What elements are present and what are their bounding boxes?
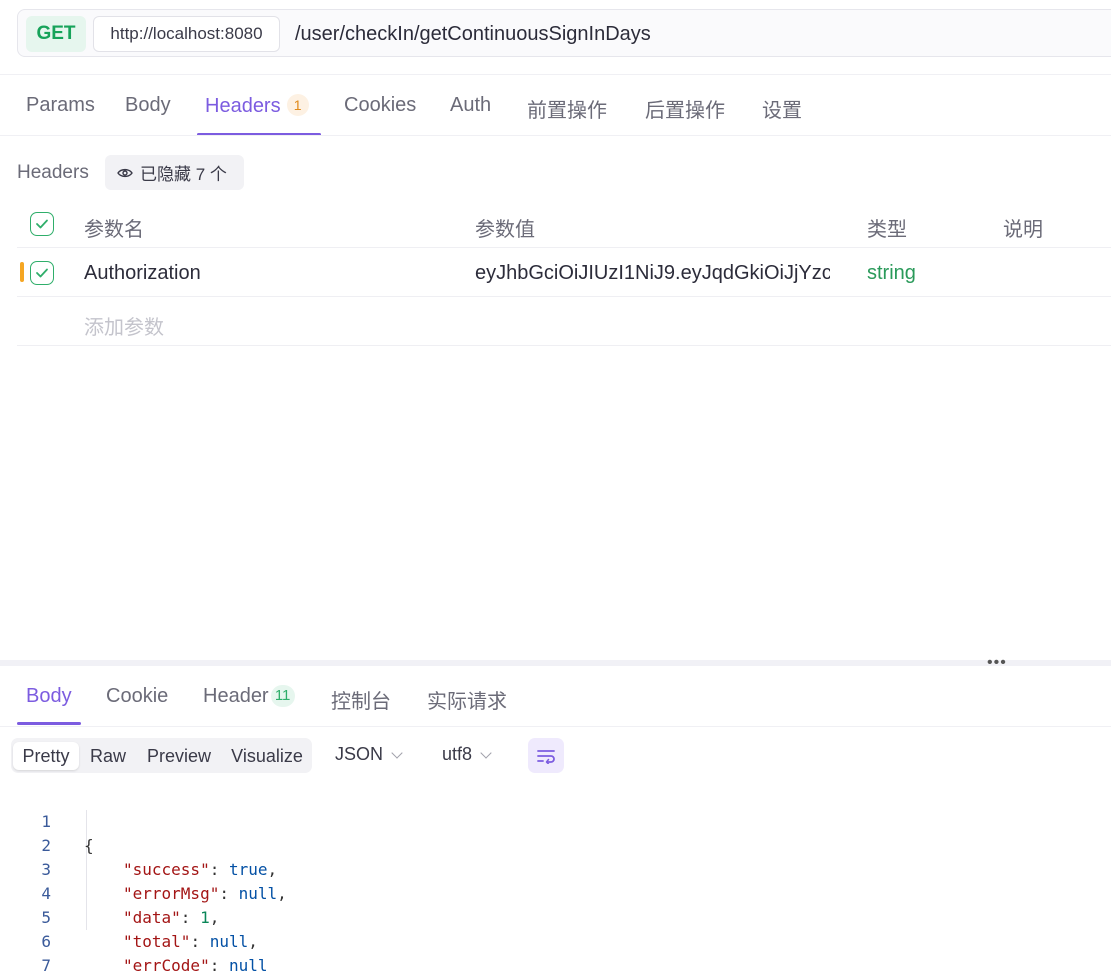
hidden-headers-text: 已隐藏 7 个 — [140, 165, 227, 184]
table-row[interactable]: Authorization eyJhbGciOiJIUzI1NiJ9.eyJqd… — [17, 248, 1111, 297]
tab-settings[interactable]: 设置 — [762, 94, 802, 123]
code-line: 2 "success": true, — [0, 810, 277, 879]
response-header-count-badge: 11 — [270, 685, 295, 707]
code-text: { — [84, 836, 94, 855]
tab-body[interactable]: Body — [125, 94, 171, 117]
view-mode-switcher: Pretty Raw Preview Visualize — [11, 738, 312, 773]
json-value: null — [209, 932, 249, 951]
check-icon — [36, 219, 48, 229]
json-key: "success" — [123, 860, 210, 879]
format-dropdown[interactable]: JSON — [335, 744, 403, 765]
base-url-chip[interactable]: http://localhost:8080 — [93, 16, 280, 52]
tab-pre-actions[interactable]: 前置操作 — [527, 94, 607, 123]
json-comma: , — [277, 884, 287, 903]
code-line: 4 "data": 1, — [0, 858, 219, 927]
tab-headers[interactable]: Headers 1 — [205, 94, 309, 118]
more-icon[interactable]: ••• — [987, 654, 1007, 672]
active-response-tab-indicator — [17, 722, 81, 725]
code-line: 7 } — [0, 930, 51, 975]
encoding-value: utf8 — [442, 744, 473, 764]
path-input[interactable]: /user/checkIn/getContinuousSignInDays — [295, 16, 651, 52]
json-value: 1 — [200, 908, 210, 927]
column-header-value: 参数值 — [475, 219, 535, 241]
add-param-placeholder[interactable]: 添加参数 — [84, 311, 164, 340]
json-key: "errCode" — [123, 956, 210, 975]
tab-auth[interactable]: Auth — [450, 94, 491, 117]
headers-section-label: Headers — [17, 162, 89, 183]
view-mode-raw[interactable]: Raw — [83, 742, 133, 770]
view-mode-pretty[interactable]: Pretty — [13, 742, 79, 770]
word-wrap-icon — [537, 749, 555, 764]
column-header-description: 说明 — [1003, 219, 1043, 241]
column-header-type: 类型 — [867, 219, 907, 241]
divider — [0, 135, 1111, 136]
response-tab-actual-request[interactable]: 实际请求 — [427, 685, 507, 714]
json-comma: , — [267, 860, 278, 879]
json-key: "errorMsg" — [123, 884, 220, 903]
json-comma: , — [248, 932, 258, 951]
response-body-code[interactable]: 1 { 2 "success": true, 3 "errorMsg": nul… — [0, 786, 286, 975]
word-wrap-button[interactable] — [528, 738, 564, 773]
encoding-dropdown[interactable]: utf8 — [442, 744, 492, 765]
header-type-cell[interactable]: string — [867, 262, 916, 285]
add-param-row[interactable]: 添加参数 — [17, 297, 1111, 346]
tab-headers-label: Headers — [205, 95, 281, 117]
code-line: 3 "errorMsg": null, — [0, 834, 286, 903]
json-value: null — [228, 956, 268, 975]
chevron-down-icon — [480, 746, 492, 759]
view-mode-preview[interactable]: Preview — [139, 742, 219, 770]
row-enabled-checkbox[interactable] — [30, 261, 54, 285]
method-selector[interactable]: GET — [26, 16, 86, 52]
response-tab-body[interactable]: Body — [26, 685, 72, 708]
json-value: null — [238, 884, 278, 903]
panel-splitter[interactable] — [0, 660, 1111, 666]
check-icon — [36, 268, 48, 278]
line-number: 7 — [41, 956, 51, 975]
format-value: JSON — [335, 744, 384, 764]
indent-guide — [86, 810, 87, 930]
hidden-headers-toggle[interactable]: 已隐藏 7 个 — [105, 155, 244, 190]
tab-cookies[interactable]: Cookies — [344, 94, 416, 117]
json-comma: , — [209, 908, 220, 927]
response-tab-header[interactable]: Header 11 — [203, 685, 295, 708]
tab-params[interactable]: Params — [26, 94, 95, 117]
response-tab-header-label: Header — [203, 685, 269, 707]
json-value: true — [228, 860, 268, 879]
json-key: "total" — [123, 932, 191, 951]
response-tab-cookie[interactable]: Cookie — [106, 685, 168, 708]
chevron-down-icon — [391, 746, 403, 759]
column-header-name: 参数名 — [84, 219, 144, 241]
json-key: "data" — [123, 908, 181, 927]
code-line: 6 "errCode": null — [0, 906, 267, 975]
code-line: 1 { — [0, 786, 93, 855]
headers-table-header: 参数名 参数值 类型 说明 — [17, 200, 1111, 248]
code-line: 5 "total": null, — [0, 882, 258, 951]
header-name-cell[interactable]: Authorization — [84, 262, 201, 285]
divider — [0, 74, 1111, 75]
select-all-checkbox[interactable] — [30, 212, 54, 236]
tab-post-actions[interactable]: 后置操作 — [645, 94, 725, 123]
response-tab-console[interactable]: 控制台 — [331, 685, 391, 714]
eye-icon — [117, 168, 133, 177]
divider — [0, 726, 1111, 727]
header-value-cell[interactable]: eyJhbGciOiJIUzI1NiJ9.eyJqdGkiOiJjYzcy — [475, 262, 830, 285]
headers-count-badge: 1 — [286, 94, 309, 116]
view-mode-visualize[interactable]: Visualize — [225, 742, 309, 770]
request-tabs: Params Body Headers 1 Cookies Auth 前置操作 后… — [0, 76, 1111, 136]
drag-handle[interactable] — [20, 262, 24, 282]
url-bar[interactable]: GET http://localhost:8080 /user/checkIn/… — [17, 9, 1111, 57]
